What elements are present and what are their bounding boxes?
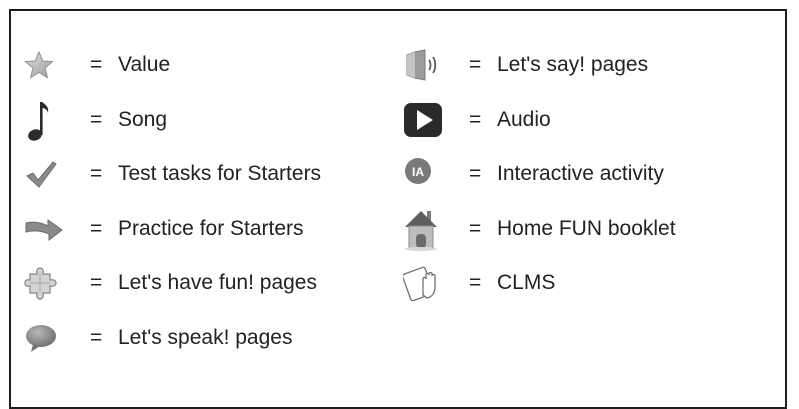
legend-label: Let's speak! pages: [118, 325, 293, 349]
legend-right-column: = Let's say! pages = Audio IA = Interact…: [403, 38, 676, 311]
house-icon: [403, 207, 469, 251]
equals-sign: =: [469, 162, 482, 186]
legend-label: Let's say! pages: [497, 53, 649, 77]
arrow-icon: [24, 207, 90, 251]
star-icon: [24, 43, 90, 87]
legend-box: = Value = Song = Test tasks for Starters: [9, 9, 787, 409]
equals-sign: =: [90, 107, 103, 131]
legend-label: Test tasks for Starters: [118, 162, 322, 186]
legend-item-speak: = Let's speak! pages: [24, 311, 321, 366]
touch-tablet-icon: [403, 261, 469, 305]
legend-label: Practice for Starters: [118, 216, 304, 240]
legend-item-value: = Value: [24, 38, 321, 93]
legend-item-practice: = Practice for Starters: [24, 202, 321, 257]
equals-sign: =: [469, 271, 482, 295]
equals-sign: =: [90, 53, 103, 77]
equals-sign: =: [90, 162, 103, 186]
equals-sign: =: [469, 107, 482, 131]
music-note-icon: [24, 98, 90, 142]
legend-label: Let's have fun! pages: [118, 271, 317, 295]
equals-sign: =: [90, 216, 103, 240]
equals-sign: =: [469, 216, 482, 240]
legend-label: CLMS: [497, 271, 556, 295]
legend-item-home-fun: = Home FUN booklet: [403, 202, 676, 257]
equals-sign: =: [90, 271, 103, 295]
legend-item-test-tasks: = Test tasks for Starters: [24, 147, 321, 202]
legend-label: Value: [118, 53, 171, 77]
legend-item-say: = Let's say! pages: [403, 38, 676, 93]
legend-label: Audio: [497, 107, 551, 131]
interactive-activity-icon: IA: [403, 152, 469, 196]
legend-item-audio: = Audio: [403, 93, 676, 148]
legend-item-have-fun: = Let's have fun! pages: [24, 256, 321, 311]
legend-left-column: = Value = Song = Test tasks for Starters: [24, 38, 321, 365]
legend-label: Song: [118, 107, 168, 131]
legend-label: Home FUN booklet: [497, 216, 676, 240]
puzzle-icon: [24, 261, 90, 305]
play-icon: [403, 98, 469, 142]
legend-item-interactive: IA = Interactive activity: [403, 147, 676, 202]
equals-sign: =: [469, 53, 482, 77]
speech-bubble-icon: [24, 316, 90, 360]
legend-item-clms: = CLMS: [403, 256, 676, 311]
legend-label: Interactive activity: [497, 162, 664, 186]
ia-badge-text: IA: [412, 165, 424, 179]
checkmark-icon: [24, 152, 90, 196]
equals-sign: =: [90, 325, 103, 349]
speaker-icon: [403, 43, 469, 87]
legend-item-song: = Song: [24, 93, 321, 148]
